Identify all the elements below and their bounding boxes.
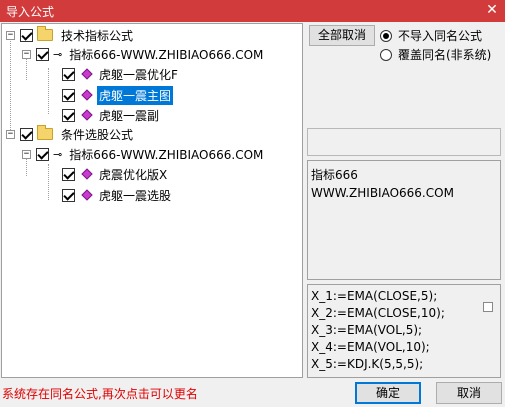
code-line: X_2:=EMA(CLOSE,10); [311, 306, 445, 320]
group-label[interactable]: 技术指标公式 [59, 26, 135, 45]
checkbox[interactable] [20, 28, 33, 42]
formula-icon [81, 89, 93, 101]
description-line: 指标666 [311, 168, 358, 182]
formula-label[interactable]: 虎躯一震副 [97, 106, 161, 125]
tree-node-source-2[interactable]: − ⊸ 指标666-WWW.ZHIBIAO666.COM [22, 145, 265, 163]
description-box: 指标666 WWW.ZHIBIAO666.COM [307, 160, 501, 280]
tree-item[interactable]: 虎躯一震选股 [62, 186, 173, 204]
collapse-toggle[interactable]: − [22, 49, 31, 59]
key-icon: ⊸ [53, 47, 63, 61]
radio-label[interactable]: 覆盖同名(非系统) [398, 46, 491, 63]
tree-item[interactable]: 虎震优化版X [62, 165, 169, 183]
cancel-button[interactable]: 取消 [436, 382, 502, 404]
tree-item[interactable]: 虎躯一震主图 [62, 85, 174, 105]
tree-node-source-1[interactable]: − ⊸ 指标666-WWW.ZHIBIAO666.COM [22, 45, 265, 63]
source-label[interactable]: 指标666-WWW.ZHIBIAO666.COM [67, 45, 265, 64]
checkbox[interactable] [62, 88, 75, 102]
description-line: WWW.ZHIBIAO666.COM [311, 186, 454, 200]
formula-label[interactable]: 虎震优化版X [97, 165, 169, 184]
tree-item[interactable]: 虎躯一震优化F [62, 65, 180, 83]
formula-icon [81, 168, 93, 180]
code-line: X_1:=EMA(CLOSE,5); [311, 289, 438, 303]
folder-icon [37, 125, 53, 140]
radio-button[interactable] [380, 48, 392, 61]
code-line: X_5:=KDJ.K(5,5,5); [311, 357, 424, 371]
tree-connector [48, 164, 49, 200]
formula-icon [81, 109, 93, 121]
cancel-all-button[interactable]: 全部取消 [309, 25, 375, 46]
tree-connector [48, 68, 49, 114]
blank-panel [307, 128, 501, 156]
ok-button[interactable]: 确定 [355, 382, 421, 404]
formula-label[interactable]: 虎躯一震选股 [97, 186, 173, 205]
folder-icon [37, 26, 53, 41]
source-label[interactable]: 指标666-WWW.ZHIBIAO666.COM [67, 145, 265, 164]
tree-node-group-1[interactable]: − 技术指标公式 [6, 26, 135, 44]
status-message: 系统存在同名公式,再次点击可以更名 [2, 387, 198, 401]
collapse-toggle[interactable]: − [6, 30, 15, 40]
radio-label[interactable]: 不导入同名公式 [398, 27, 482, 44]
checkbox[interactable] [36, 47, 49, 61]
close-icon[interactable]: ✕ [483, 1, 501, 19]
tree-item[interactable]: 虎躯一震副 [62, 106, 161, 124]
tree-connector [10, 38, 11, 134]
scroll-box[interactable] [483, 302, 493, 312]
formula-tree[interactable]: − 技术指标公式 − ⊸ 指标666-WWW.ZHIBIAO666.COM 虎躯… [1, 23, 303, 378]
formula-icon [81, 189, 93, 201]
checkbox[interactable] [62, 167, 75, 181]
window-title: 导入公式 [6, 5, 55, 19]
radio-no-import[interactable]: 不导入同名公式 [380, 27, 482, 44]
code-line: X_3:=EMA(VOL,5); [311, 323, 423, 337]
group-label[interactable]: 条件选股公式 [59, 125, 135, 144]
collapse-toggle[interactable]: − [22, 149, 31, 159]
formula-code-box[interactable]: X_1:=EMA(CLOSE,5); X_2:=EMA(CLOSE,10); X… [307, 284, 501, 378]
key-icon: ⊸ [53, 147, 63, 161]
checkbox[interactable] [62, 108, 75, 122]
tree-node-group-2[interactable]: − 条件选股公式 [6, 125, 135, 143]
formula-label-selected[interactable]: 虎躯一震主图 [97, 85, 174, 105]
code-line: X_4:=EMA(VOL,10); [311, 340, 430, 354]
checkbox[interactable] [62, 188, 75, 202]
checkbox[interactable] [20, 127, 33, 141]
checkbox[interactable] [36, 147, 49, 161]
title-bar: 导入公式 ✕ [0, 0, 505, 22]
radio-button[interactable] [380, 29, 392, 42]
checkbox[interactable] [62, 67, 75, 81]
formula-icon [81, 68, 93, 80]
formula-label[interactable]: 虎躯一震优化F [97, 65, 180, 84]
radio-overwrite[interactable]: 覆盖同名(非系统) [380, 46, 491, 63]
collapse-toggle[interactable]: − [6, 129, 15, 139]
